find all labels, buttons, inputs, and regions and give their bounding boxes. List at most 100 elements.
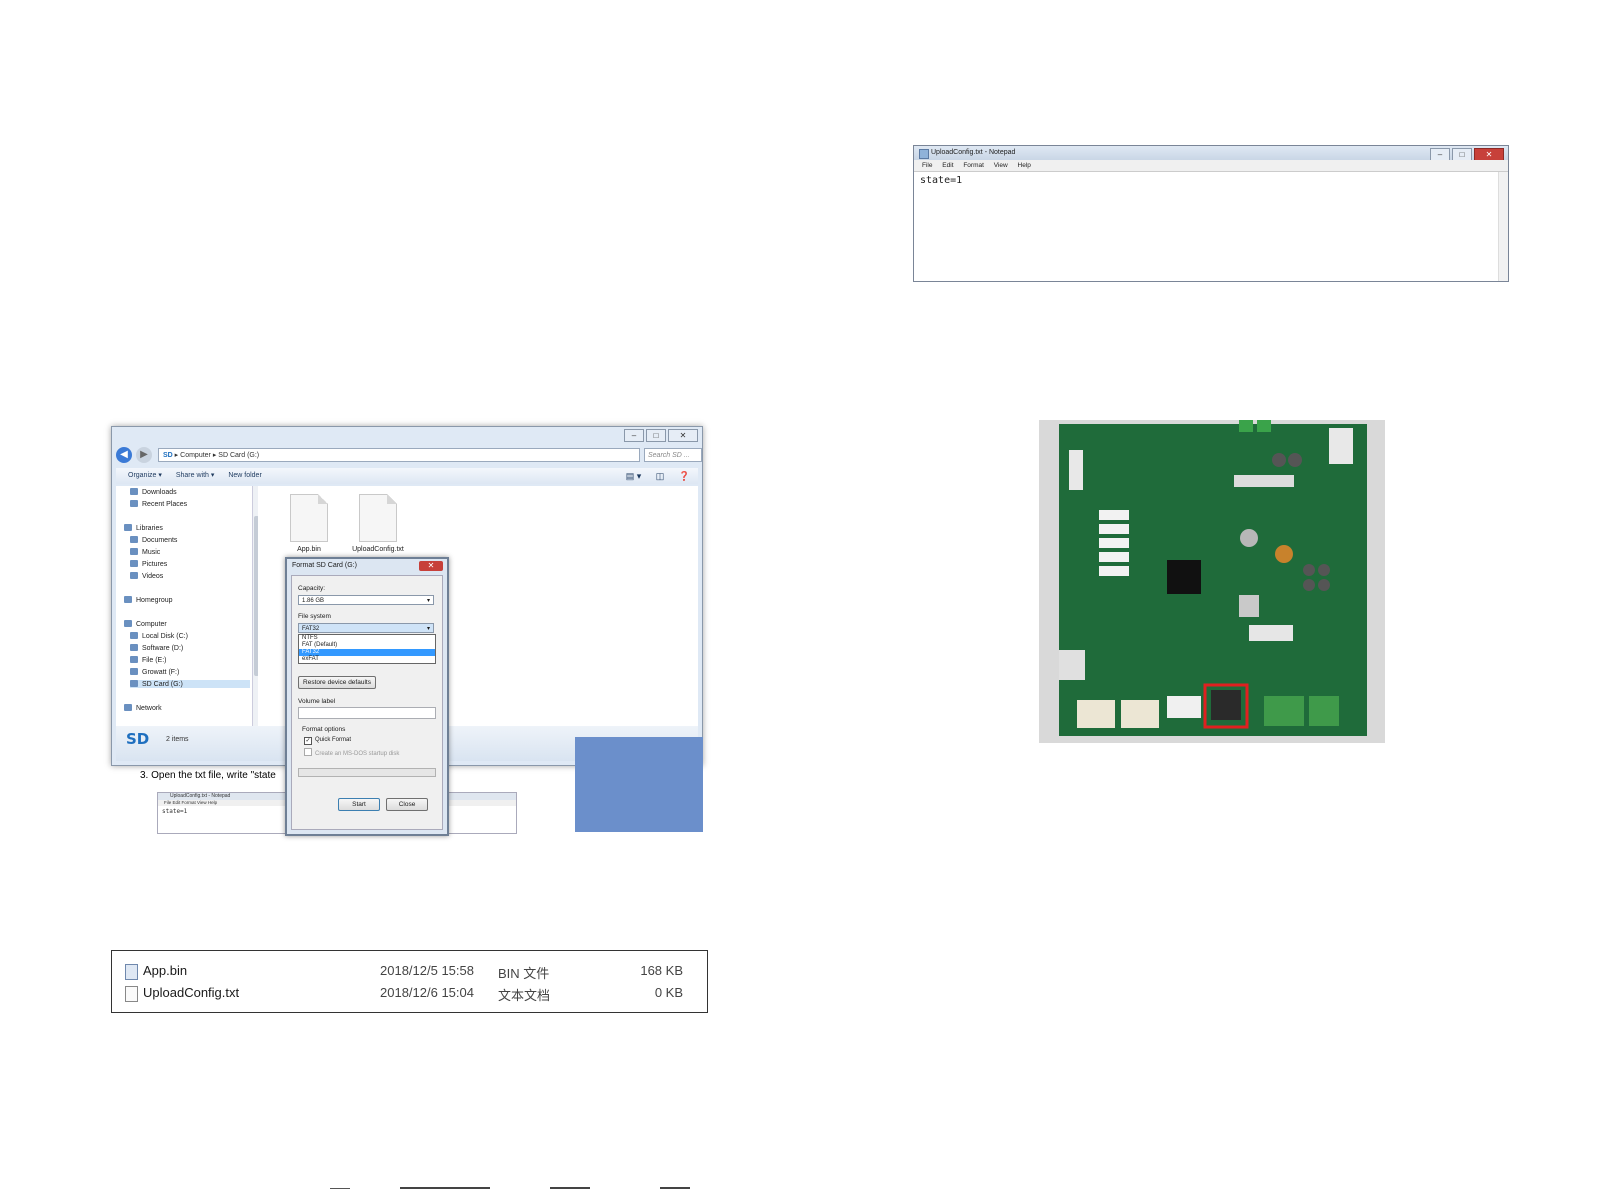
close-button[interactable]: ✕ (668, 429, 698, 442)
file-list: App.bin 2018/12/5 15:58 BIN 文件 168 KB Up… (111, 950, 708, 1013)
notepad-window: UploadConfig.txt - Notepad – □ ✕ File Ed… (913, 145, 1509, 282)
format-dialog: Format SD Card (G:) ✕ Capacity: 1.86 GB ▾… (285, 557, 449, 836)
nav-sd-card-g[interactable]: SD Card (G:) (130, 680, 250, 688)
file-row-app-bin[interactable]: App.bin 2018/12/5 15:58 BIN 文件 168 KB (112, 961, 707, 983)
msdos-startup-checkbox[interactable]: Create an MS-DOS startup disk (304, 748, 399, 757)
nav-documents[interactable]: Documents (130, 536, 177, 544)
capacity-select[interactable]: 1.86 GB ▾ (298, 595, 434, 605)
nav-computer[interactable]: Computer (124, 620, 167, 628)
menu-edit[interactable]: Edit (942, 162, 953, 169)
preview-pane-icon[interactable]: ◫ (656, 471, 665, 481)
filesystem-select[interactable]: FAT32 ▾ (298, 623, 434, 633)
volume-label-label: Volume label (298, 698, 336, 705)
music-icon (130, 548, 138, 555)
sd-card-logo: SD (126, 730, 150, 748)
sd-icon: SD (163, 452, 173, 459)
volume-label-input[interactable] (298, 707, 436, 719)
quick-format-checkbox[interactable]: ✓ Quick Format (304, 737, 351, 745)
maximize-button[interactable]: □ (646, 429, 666, 442)
checkmark-icon: ✓ (304, 737, 312, 745)
pictures-icon (130, 560, 138, 567)
notepad-icon (919, 149, 929, 159)
nav-pictures[interactable]: Pictures (130, 560, 167, 568)
file-icon (290, 494, 328, 542)
help-icon[interactable]: ❓ (679, 471, 690, 481)
view-options: ▤ ▾ ◫ ❓ (614, 468, 690, 484)
nav-libraries[interactable]: Libraries (124, 524, 163, 532)
dialog-body: Capacity: 1.86 GB ▾ File system FAT32 ▾ NT… (291, 575, 443, 830)
file-app-bin[interactable]: App.bin (274, 494, 344, 553)
filesystem-dropdown: NTFS FAT (Default) FAT32 exFAT (298, 634, 436, 664)
nav-growatt-f[interactable]: Growatt (F:) (130, 668, 179, 676)
blue-panel (575, 737, 703, 832)
start-button[interactable]: Start (338, 798, 380, 811)
share-with-button[interactable]: Share with ▾ (176, 472, 215, 479)
chevron-down-icon: ▾ (426, 626, 430, 632)
nav-homegroup[interactable]: Homegroup (124, 596, 173, 604)
breadcrumb-computer[interactable]: Computer (180, 452, 211, 459)
drive-icon (130, 644, 138, 651)
option-ntfs[interactable]: NTFS (299, 635, 435, 642)
close-dialog-button[interactable]: Close (386, 798, 428, 811)
file-row-uploadconfig[interactable]: UploadConfig.txt 2018/12/6 15:04 文本文档 0 … (112, 983, 707, 1005)
menu-format[interactable]: Format (963, 162, 984, 169)
network-icon (124, 704, 132, 711)
folder-icon (130, 488, 138, 495)
nav-music[interactable]: Music (130, 548, 160, 556)
address-bar[interactable]: SD ▸ Computer ▸ SD Card (G:) (158, 448, 640, 462)
back-arrow-icon[interactable]: ◀ (116, 447, 132, 463)
forward-arrow-icon[interactable]: ▶ (136, 447, 152, 463)
nav-recent-places[interactable]: Recent Places (130, 500, 187, 508)
step-instruction: 3. Open the txt file, write "state (140, 770, 276, 781)
drive-icon (130, 656, 138, 663)
dialog-close-icon[interactable]: ✕ (419, 561, 443, 571)
command-bar: Organize ▾ Share with ▾ New folder ▤ ▾ ◫… (116, 468, 698, 484)
videos-icon (130, 572, 138, 579)
computer-icon (124, 620, 132, 627)
bin-file-icon (125, 964, 138, 980)
file-icon (359, 494, 397, 542)
search-input[interactable]: Search SD ... (644, 448, 702, 462)
menu-view[interactable]: View (994, 162, 1008, 169)
item-count: 2 items (166, 736, 189, 743)
nav-downloads[interactable]: Downloads (130, 488, 177, 496)
navigation-pane: Downloads Recent Places Libraries Docume… (116, 486, 260, 726)
notepad-scrollbar[interactable] (1498, 172, 1508, 281)
option-exfat[interactable]: exFAT (299, 656, 435, 663)
library-icon (124, 524, 132, 531)
window-controls: – □ ✕ (624, 429, 698, 442)
nav-network[interactable]: Network (124, 704, 162, 712)
sd-card-icon (130, 680, 138, 687)
notepad-title: UploadConfig.txt - Notepad (914, 146, 1508, 160)
document-icon (130, 536, 138, 543)
nav-local-disk-c[interactable]: Local Disk (C:) (130, 632, 188, 640)
format-progress-bar (298, 768, 436, 777)
folder-icon (130, 500, 138, 507)
filesystem-label: File system (298, 613, 331, 620)
views-icon[interactable]: ▤ ▾ (626, 471, 642, 481)
menu-help[interactable]: Help (1018, 162, 1031, 169)
homegroup-icon (124, 596, 132, 603)
menu-file[interactable]: File (922, 162, 932, 169)
nav-file-e[interactable]: File (E:) (130, 656, 167, 664)
nav-software-d[interactable]: Software (D:) (130, 644, 183, 652)
new-folder-button[interactable]: New folder (228, 472, 261, 479)
organize-button[interactable]: Organize ▾ (128, 472, 162, 479)
notepad-text-area[interactable]: state=1 (920, 175, 962, 186)
option-fat[interactable]: FAT (Default) (299, 642, 435, 649)
page-footer-marks (330, 1187, 690, 1189)
breadcrumb-sd-card[interactable]: SD Card (G:) (218, 452, 259, 459)
drive-icon (130, 632, 138, 639)
format-options-label: Format options (302, 726, 346, 733)
minimize-button[interactable]: – (624, 429, 644, 442)
option-fat32[interactable]: FAT32 (299, 649, 435, 656)
nav-videos[interactable]: Videos (130, 572, 163, 580)
address-bar-row: ◀ ▶ SD ▸ Computer ▸ SD Card (G:) Search … (116, 447, 702, 465)
file-uploadconfig-txt[interactable]: UploadConfig.txt (343, 494, 413, 553)
notepad-menubar: File Edit Format View Help (914, 160, 1508, 172)
dialog-title: Format SD Card (G:) (292, 562, 357, 569)
circuit-board-photo (1039, 420, 1385, 743)
drive-icon (130, 668, 138, 675)
restore-defaults-button[interactable]: Restore device defaults (298, 676, 376, 689)
capacity-label: Capacity: (298, 585, 326, 592)
